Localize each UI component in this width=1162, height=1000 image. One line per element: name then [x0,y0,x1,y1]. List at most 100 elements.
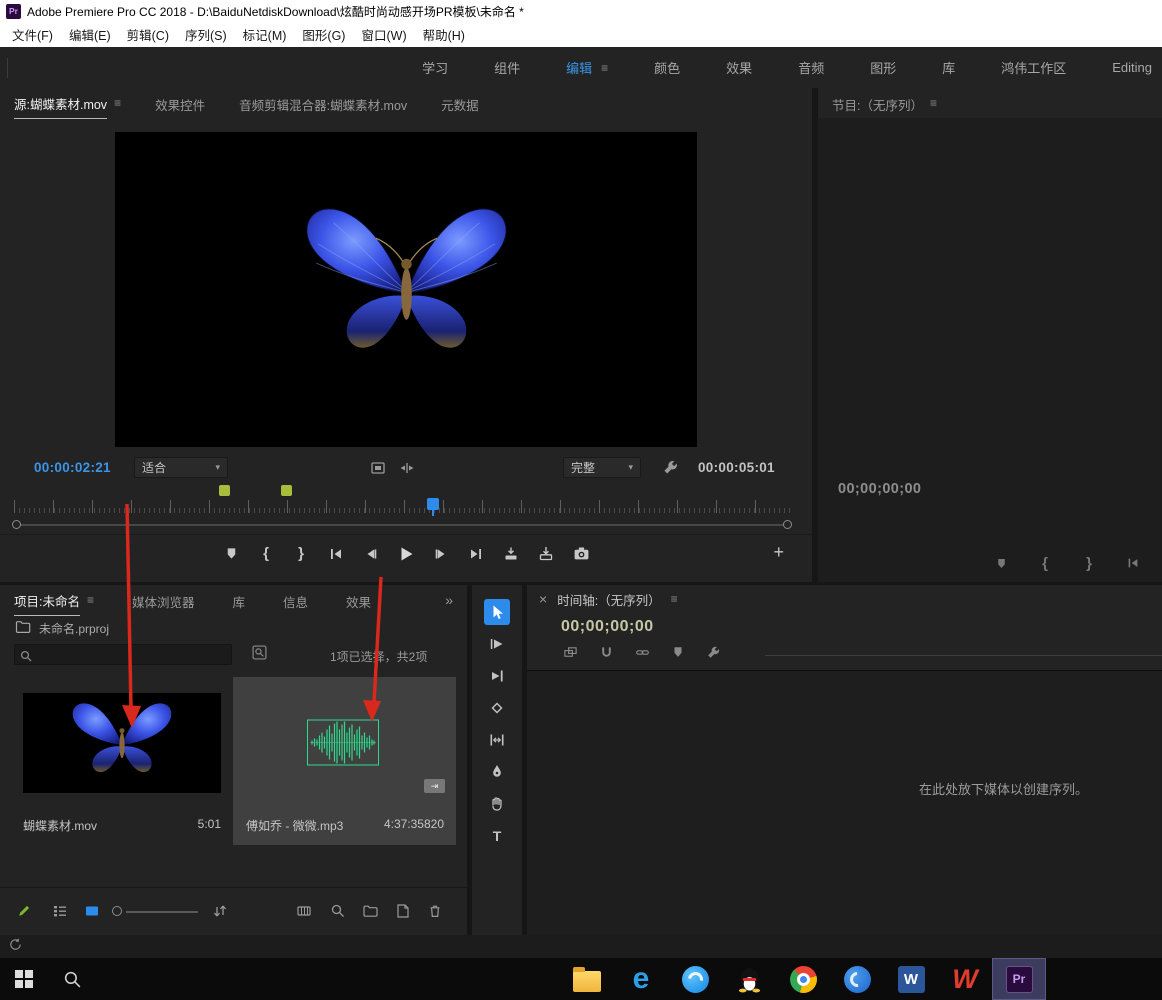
add-marker-button[interactable] [222,545,240,563]
menu-edit[interactable]: 编辑(E) [69,25,111,44]
menu-markers[interactable]: 标记(M) [243,25,287,44]
tab-libraries[interactable]: 库 [233,585,246,616]
insert-button[interactable] [502,545,520,563]
panel-menu-icon[interactable]: ≡ [671,593,678,605]
menu-help[interactable]: 帮助(H) [423,25,465,44]
audio-item-name[interactable]: 傅如乔 - 微微.mp3 [246,817,343,834]
mark-in-button[interactable]: { [257,545,275,563]
file-explorer-taskbar-icon[interactable] [560,958,614,1000]
settings-wrench-icon[interactable] [662,459,679,479]
go-to-out-button[interactable] [467,545,485,563]
video-thumbnail[interactable] [23,693,221,793]
workspace-tab-color[interactable]: 颜色 [654,58,680,77]
menu-file[interactable]: 文件(F) [12,25,53,44]
slip-tool[interactable] [484,727,510,753]
add-marker-icon[interactable] [671,645,685,665]
tab-source[interactable]: 源:蝴蝶素材.mov ≡ [14,87,121,119]
workspace-tab-libraries[interactable]: 库 [942,58,955,77]
tab-media-browser[interactable]: 媒体浏览器 [132,585,195,616]
linked-selection-icon[interactable] [635,645,650,665]
export-frame-button[interactable] [572,545,590,563]
edge-taskbar-icon[interactable]: e [614,958,668,1000]
add-marker-button[interactable] [992,554,1010,572]
qq-browser-taskbar-icon[interactable] [668,958,722,1000]
ripple-edit-tool[interactable] [484,663,510,689]
panel-menu-icon[interactable]: ≡ [114,97,121,109]
project-file-row[interactable]: 未命名.prproj [0,615,467,641]
panel-menu-icon[interactable]: ≡ [87,594,94,606]
word-taskbar-icon[interactable]: W [884,958,938,1000]
mark-out-button[interactable]: } [1080,554,1098,572]
list-view-button[interactable] [52,903,68,924]
project-item-audio[interactable]: ⇥ 傅如乔 - 微微.mp3 4:37:35820 [233,677,456,845]
workspace-tab-assembly[interactable]: 组件 [494,58,520,77]
find-button[interactable] [330,903,346,924]
premiere-taskbar-icon[interactable]: Pr [992,958,1046,1000]
icon-view-button[interactable] [84,903,100,924]
type-tool[interactable]: T [484,823,510,849]
hand-tool[interactable] [484,791,510,817]
step-forward-button[interactable] [432,545,450,563]
timeline-title[interactable]: 时间轴:（无序列） [557,590,660,609]
button-editor-plus[interactable]: + [773,543,784,561]
clip-marker-icon[interactable] [219,485,230,496]
chrome-taskbar-icon[interactable] [776,958,830,1000]
taskbar-search-button[interactable] [48,958,96,1000]
overwrite-button[interactable] [537,545,555,563]
track-select-forward-tool[interactable] [484,631,510,657]
snap-arrows-icon[interactable] [399,460,415,479]
search-box[interactable] [14,644,232,665]
new-bin-button[interactable] [362,903,378,924]
play-button[interactable] [397,545,415,563]
menu-graphics[interactable]: 图形(G) [302,25,345,44]
tab-info[interactable]: 信息 [283,585,308,616]
tab-project[interactable]: 项目:未命名 ≡ [14,584,94,616]
close-icon[interactable]: × [539,591,547,607]
timeline-settings-wrench-icon[interactable] [706,645,721,665]
tab-program[interactable]: 节目:（无序列） ≡ [832,88,937,119]
sort-icons-button[interactable] [212,903,228,924]
workspace-tab-graphics[interactable]: 图形 [870,58,896,77]
playback-resolution-dropdown[interactable]: 完整 ▾ [563,457,641,478]
mark-in-button[interactable]: { [1036,554,1054,572]
wps-taskbar-icon[interactable]: W [938,958,992,1000]
zoom-level-dropdown[interactable]: 适合 ▾ [134,457,228,478]
snap-magnet-icon[interactable] [599,645,614,665]
source-playhead[interactable] [427,498,439,510]
qq-taskbar-icon[interactable] [722,958,776,1000]
find-icon-button[interactable] [252,645,267,665]
browser2-taskbar-icon[interactable] [830,958,884,1000]
tab-overflow-chevrons[interactable]: » [445,592,453,608]
pen-tool[interactable] [484,759,510,785]
tab-effects[interactable]: 效果 [346,585,371,616]
delete-trash-button[interactable] [427,903,443,924]
video-item-name[interactable]: 蝴蝶素材.mov [23,817,97,834]
source-time-ruler[interactable] [14,500,790,513]
zoom-slider-track[interactable] [126,911,198,913]
workspace-tab-editing[interactable]: Editing [1112,60,1152,75]
safe-margins-icon[interactable] [370,460,386,479]
scrollbar-track[interactable] [19,524,785,526]
menu-sequence[interactable]: 序列(S) [185,25,227,44]
project-item-video[interactable]: 蝴蝶素材.mov 5:01 [10,677,233,845]
source-ruler-area[interactable] [0,484,812,534]
menu-window[interactable]: 窗口(W) [361,25,406,44]
project-writable-pencil-icon[interactable] [16,903,32,924]
scrollbar-handle-left[interactable] [12,520,21,529]
menu-clip[interactable]: 剪辑(C) [127,25,169,44]
tab-audio-clip-mixer[interactable]: 音频剪辑混合器:蝴蝶素材.mov [239,88,407,119]
zoom-slider-handle[interactable] [112,906,122,916]
mark-out-button[interactable]: } [292,545,310,563]
automate-to-sequence-icon[interactable] [296,903,312,924]
clip-marker-icon[interactable] [281,485,292,496]
tab-metadata[interactable]: 元数据 [441,88,479,119]
workspace-tab-effects[interactable]: 效果 [726,58,752,77]
scrollbar-handle-right[interactable] [783,520,792,529]
workspace-tab-custom[interactable]: 鸿伟工作区 [1001,58,1066,77]
workspace-tab-edit[interactable]: 编辑 ≡ [566,58,608,77]
step-back-button[interactable] [362,545,380,563]
selection-tool[interactable] [484,599,510,625]
go-to-in-button[interactable] [327,545,345,563]
source-scrollbar[interactable] [14,520,790,530]
workspace-tab-audio[interactable]: 音频 [798,58,824,77]
